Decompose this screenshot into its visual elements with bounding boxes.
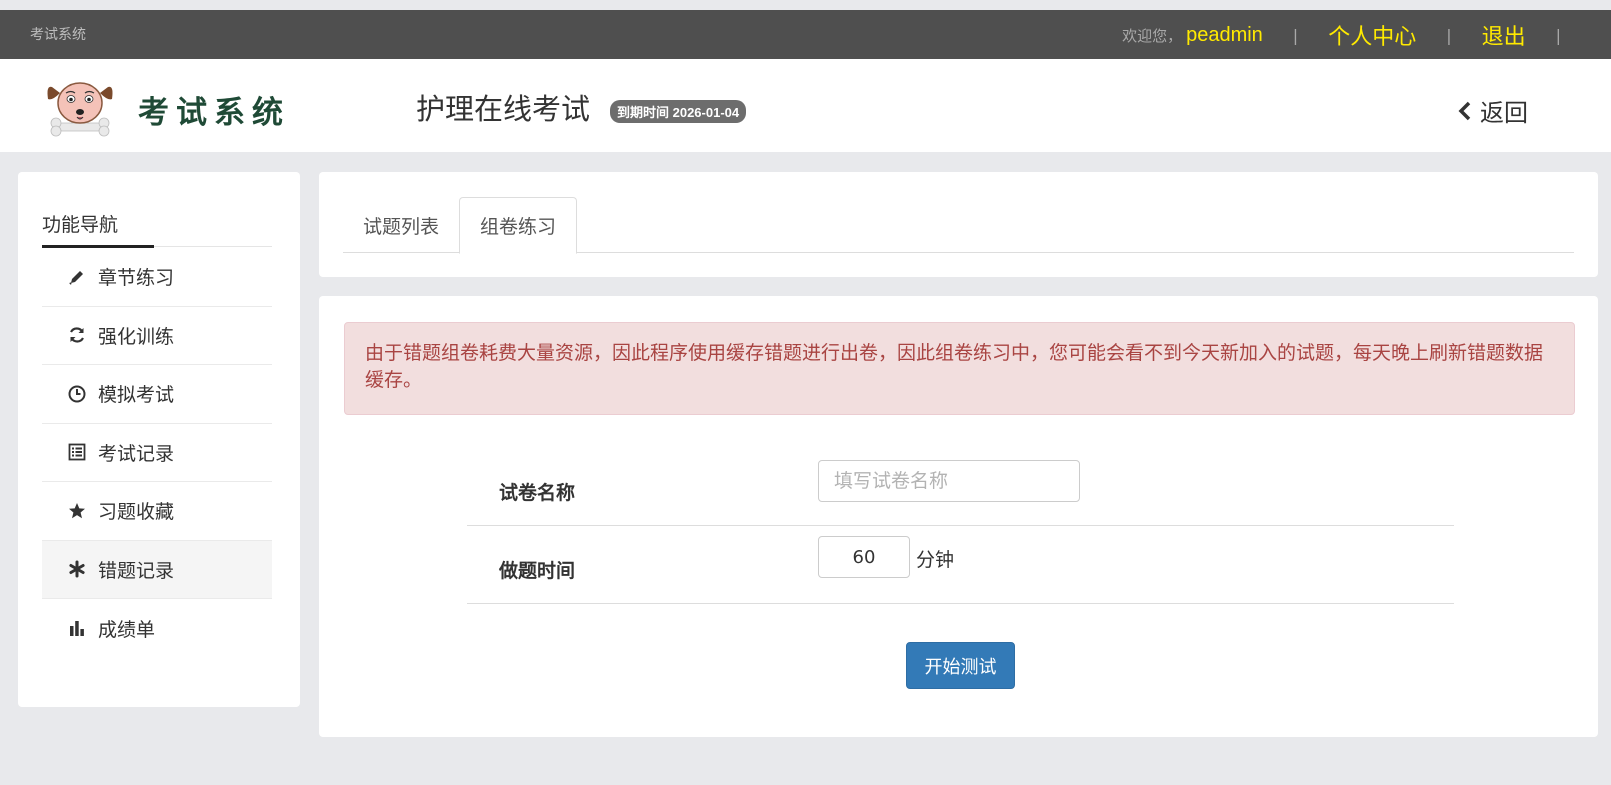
top-strip [0, 0, 1611, 10]
paper-name-label: 试卷名称 [499, 482, 576, 504]
back-label: 返回 [1480, 99, 1528, 127]
clock-icon [67, 384, 87, 404]
pencil-icon [67, 267, 87, 287]
sidebar-item-label: 成绩单 [98, 618, 156, 641]
sidebar-item-label: 习题收藏 [98, 501, 175, 524]
list-alt-icon [67, 442, 87, 462]
start-test-button[interactable]: 开始测试 [906, 642, 1015, 689]
sidebar-item-wrong-records[interactable]: 错题记录 [42, 540, 272, 599]
asterisk-icon [67, 559, 87, 579]
dog-logo-icon [47, 82, 113, 137]
time-unit: 分钟 [916, 549, 955, 571]
tab-compose-practice[interactable]: 组卷练习 [459, 197, 578, 254]
tab-question-list[interactable]: 试题列表 [343, 197, 459, 253]
form-row-time: 做题时间 分钟 [467, 526, 1454, 604]
sidebar-menu: 章节练习 强化训练 模拟考试 考试记录 习题收藏 错题记录 成绩单 [42, 248, 272, 658]
sidebar-item-label: 错题记录 [98, 559, 175, 582]
form-row-paper-name: 试卷名称 [467, 448, 1454, 526]
page-title: 护理在线考试 [416, 92, 591, 126]
main-panel: 由于错题组卷耗费大量资源，因此程序使用缓存错题进行出卷，因此组卷练习中，您可能会… [319, 296, 1598, 737]
logo-text: 考试系统 [138, 95, 290, 131]
separator: | [1446, 25, 1452, 45]
refresh-icon [67, 325, 87, 345]
sidebar-item-favorites[interactable]: 习题收藏 [42, 482, 272, 541]
sidebar-item-chapter-practice[interactable]: 章节练习 [42, 248, 272, 307]
alert-message: 由于错题组卷耗费大量资源，因此程序使用缓存错题进行出卷，因此组卷练习中，您可能会… [344, 322, 1575, 415]
separator: | [1555, 25, 1561, 45]
sidebar-item-report-card[interactable]: 成绩单 [42, 599, 272, 658]
header: 考试系统 护理在线考试 到期时间 2026-01-04 返回 [0, 59, 1611, 152]
bar-chart-icon [67, 618, 87, 638]
time-label: 做题时间 [499, 560, 576, 582]
sidebar-item-exam-records[interactable]: 考试记录 [42, 424, 272, 482]
sidebar-title: 功能导航 [42, 214, 119, 236]
system-name: 考试系统 [30, 27, 86, 43]
tab-bar: 试题列表 组卷练习 [343, 197, 1574, 254]
top-bar: 考试系统 欢迎您， peadmin | 个人中心 | 退出 | [0, 10, 1611, 59]
expire-badge: 到期时间 2026-01-04 [610, 100, 747, 123]
tabs-panel: 试题列表 组卷练习 [319, 172, 1598, 277]
sidebar-item-intensive-training[interactable]: 强化训练 [42, 307, 272, 365]
sidebar-item-label: 模拟考试 [98, 384, 175, 407]
sidebar-item-mock-exam[interactable]: 模拟考试 [42, 365, 272, 424]
sidebar-item-label: 强化训练 [98, 325, 175, 348]
separator: | [1292, 25, 1299, 45]
star-icon [67, 501, 87, 521]
back-button[interactable]: 返回 [1458, 93, 1528, 128]
sidebar-item-label: 考试记录 [98, 442, 175, 465]
user-area: 欢迎您， peadmin | 个人中心 | 退出 | [1122, 19, 1561, 51]
sidebar: 功能导航 章节练习 强化训练 模拟考试 考试记录 习题收藏 错题记录 成绩单 [18, 172, 300, 707]
paper-name-input[interactable] [818, 460, 1080, 502]
logout-link[interactable]: 退出 [1482, 19, 1526, 51]
profile-link[interactable]: 个人中心 [1328, 19, 1416, 51]
welcome-text: 欢迎您， [1122, 26, 1183, 45]
chevron-left-icon [1458, 101, 1471, 120]
time-input[interactable] [818, 536, 910, 578]
sidebar-item-label: 章节练习 [98, 267, 175, 290]
username[interactable]: peadmin [1186, 24, 1263, 47]
